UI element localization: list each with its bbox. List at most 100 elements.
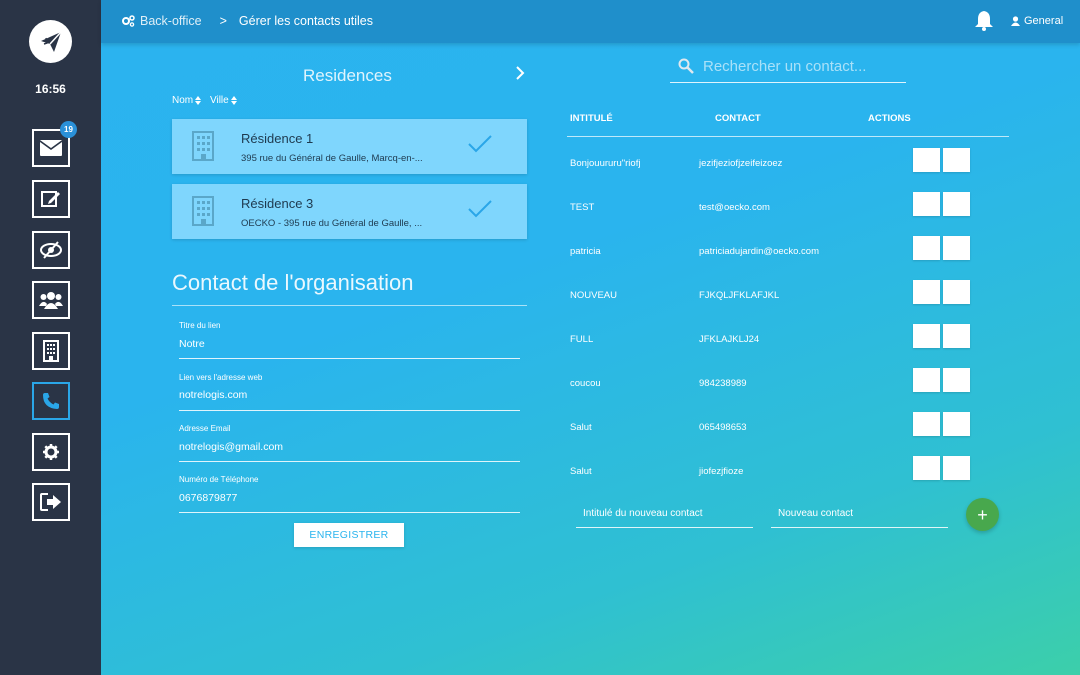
delete-contact-button[interactable] (943, 456, 970, 480)
residence-address: OECKO - 395 rue du Général de Gaulle, ..… (241, 218, 423, 229)
delete-contact-button[interactable] (943, 192, 970, 216)
chevron-right-icon (516, 66, 525, 80)
edit-contact-button[interactable] (913, 324, 940, 348)
table-row: coucou 984238989 (567, 368, 1009, 412)
residence-card[interactable]: Résidence 1 395 rue du Général de Gaulle… (172, 119, 527, 174)
table-row: Salut 065498653 (567, 412, 1009, 456)
save-button[interactable]: ENREGISTRER (294, 523, 404, 547)
clock: 16:56 (35, 82, 66, 96)
sort-icon (195, 96, 202, 105)
divider (172, 305, 527, 306)
edit-contact-button[interactable] (913, 456, 940, 480)
breadcrumb-current: Gérer les contacts utiles (238, 14, 374, 28)
nav-users[interactable] (32, 281, 70, 319)
building-icon (192, 131, 214, 161)
table-divider (567, 136, 1009, 137)
sort-by-city[interactable]: Ville (210, 95, 237, 106)
field-underline (179, 410, 520, 411)
sign-out-icon (40, 493, 61, 511)
table-row: NOUVEAU FJKQLJFKLAFJKL (567, 280, 1009, 324)
new-contact-value-input[interactable]: Nouveau contact (771, 500, 948, 528)
residences-next-button[interactable] (515, 66, 525, 85)
table-row: FULL JFKLAJKLJ24 (567, 324, 1009, 368)
contact-title: NOUVEAU (570, 290, 617, 301)
nav-settings[interactable] (32, 433, 70, 471)
new-contact-title-input[interactable]: Intitulé du nouveau contact (576, 500, 753, 528)
contact-title: Bonjouururu"riofj (570, 158, 641, 169)
table-row: Salut jiofezjfioze (567, 456, 1009, 500)
nav-messages[interactable]: 19 (32, 121, 77, 167)
edit-contact-button[interactable] (913, 280, 940, 304)
check-icon (468, 135, 492, 153)
field-underline (179, 461, 520, 462)
contact-title: coucou (570, 378, 601, 389)
edit-contact-button[interactable] (913, 368, 940, 392)
new-contact-value-placeholder: Nouveau contact (778, 508, 854, 519)
search-input[interactable]: Rechercher un contact... (703, 58, 866, 75)
delete-contact-button[interactable] (943, 412, 970, 436)
website-label: Lien vers l'adresse web (179, 373, 263, 382)
contact-value: jiofezjfioze (699, 466, 744, 477)
breadcrumb-separator: > (219, 14, 227, 28)
residence-card[interactable]: Résidence 3 OECKO - 395 rue du Général d… (172, 184, 527, 239)
nav-logout[interactable] (32, 483, 70, 521)
top-bar: Back-office > Gérer les contacts utiles … (101, 0, 1080, 43)
breadcrumb-root[interactable]: Back-office (140, 14, 202, 28)
contact-value: JFKLAJKLJ24 (699, 334, 760, 345)
delete-contact-button[interactable] (943, 148, 970, 172)
phone-label: Numéro de Téléphone (179, 475, 259, 484)
email-input[interactable]: notrelogis@gmail.com (179, 441, 283, 453)
user-name: General (1024, 15, 1064, 27)
breadcrumb: Back-office > Gérer les contacts utiles (121, 14, 373, 28)
column-header-contact: CONTACT (715, 113, 761, 124)
users-icon (39, 292, 63, 309)
nav-residences[interactable] (32, 332, 70, 370)
bell-icon (975, 11, 993, 31)
link-title-label: Titre du lien (179, 321, 221, 330)
delete-contact-button[interactable] (943, 280, 970, 304)
add-contact-button[interactable]: + (966, 498, 999, 531)
search-icon (678, 58, 694, 74)
nav-contacts[interactable] (32, 382, 70, 420)
edit-contact-button[interactable] (913, 236, 940, 260)
user-menu[interactable]: General (1011, 15, 1063, 27)
edit-contact-button[interactable] (913, 148, 940, 172)
residence-address: 395 rue du Général de Gaulle, Marcq-en-.… (241, 153, 423, 164)
notifications-button[interactable] (974, 10, 994, 36)
edit-contact-button[interactable] (913, 412, 940, 436)
delete-contact-button[interactable] (943, 368, 970, 392)
building-icon (43, 340, 59, 362)
contact-value: 065498653 (699, 422, 747, 433)
main-content: Back-office > Gérer les contacts utiles … (101, 0, 1080, 675)
edit-icon (41, 191, 60, 207)
sidebar: 16:56 19 (0, 0, 101, 675)
phone-input[interactable]: 0676879877 (179, 492, 237, 504)
delete-contact-button[interactable] (943, 324, 970, 348)
app-logo[interactable] (29, 20, 72, 63)
building-icon (192, 196, 214, 226)
sort-icon (230, 96, 237, 105)
user-icon (1011, 16, 1020, 26)
nav-visibility[interactable] (32, 231, 70, 269)
residences-title: Residences (303, 66, 392, 85)
contact-title: Salut (570, 422, 592, 433)
website-input[interactable]: notrelogis.com (179, 389, 247, 401)
nav-edit[interactable] (32, 180, 70, 218)
contact-title: FULL (570, 334, 594, 345)
phone-icon (43, 393, 59, 409)
column-header-title: INTITULÉ (570, 113, 613, 124)
contact-value: jezifjeziofjzeifeizoez (699, 158, 783, 169)
edit-contact-button[interactable] (913, 192, 940, 216)
contact-value: 984238989 (699, 378, 747, 389)
link-title-input[interactable]: Notre (179, 338, 205, 350)
envelope-icon (40, 140, 62, 156)
gear-icon (43, 444, 59, 460)
table-row: TEST test@oecko.com (567, 192, 1009, 236)
sort-name-label: Nom (172, 95, 194, 106)
organisation-title: Contact de l'organisation (172, 270, 414, 295)
delete-contact-button[interactable] (943, 236, 970, 260)
sort-by-name[interactable]: Nom (172, 95, 202, 106)
check-icon (468, 200, 492, 218)
contact-title: patricia (570, 246, 601, 257)
search-field[interactable]: Rechercher un contact... (670, 55, 906, 83)
